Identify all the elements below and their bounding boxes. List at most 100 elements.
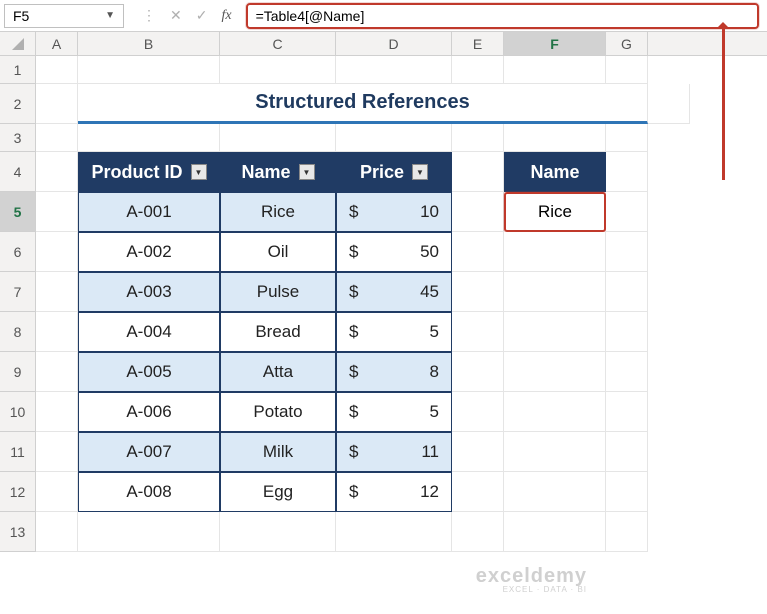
col-header-c[interactable]: C	[220, 32, 336, 55]
fx-icon[interactable]: fx	[221, 8, 231, 24]
name-box[interactable]: F5 ▼	[4, 4, 124, 28]
td-price[interactable]: $10	[336, 192, 452, 232]
row-header[interactable]: 10	[0, 392, 36, 432]
col-header-a[interactable]: A	[36, 32, 78, 55]
side-header[interactable]: Name	[504, 152, 606, 192]
cell[interactable]	[36, 272, 78, 312]
cell[interactable]	[606, 432, 648, 472]
cell[interactable]	[36, 392, 78, 432]
row-header[interactable]: 5	[0, 192, 36, 232]
td-product-id[interactable]: A-008	[78, 472, 220, 512]
cell[interactable]	[606, 472, 648, 512]
cell[interactable]	[606, 272, 648, 312]
td-price[interactable]: $8	[336, 352, 452, 392]
cell[interactable]	[78, 512, 220, 552]
col-header-g[interactable]: G	[606, 32, 648, 55]
cell[interactable]	[504, 56, 606, 84]
cell[interactable]	[606, 512, 648, 552]
cell[interactable]	[36, 56, 78, 84]
cell[interactable]	[78, 124, 220, 152]
td-product-id[interactable]: A-005	[78, 352, 220, 392]
cell[interactable]	[606, 124, 648, 152]
th-price[interactable]: Price ▼	[336, 152, 452, 192]
cell[interactable]	[504, 272, 606, 312]
td-name[interactable]: Egg	[220, 472, 336, 512]
cell[interactable]	[36, 192, 78, 232]
cell[interactable]	[606, 352, 648, 392]
result-cell[interactable]: Rice	[504, 192, 606, 232]
td-name[interactable]: Milk	[220, 432, 336, 472]
td-product-id[interactable]: A-002	[78, 232, 220, 272]
cell[interactable]	[606, 56, 648, 84]
cell[interactable]	[452, 232, 504, 272]
td-name[interactable]: Pulse	[220, 272, 336, 312]
row-header[interactable]: 7	[0, 272, 36, 312]
td-name[interactable]: Oil	[220, 232, 336, 272]
cell[interactable]	[78, 56, 220, 84]
th-name[interactable]: Name ▼	[220, 152, 336, 192]
row-header[interactable]: 3	[0, 124, 36, 152]
cell[interactable]	[504, 124, 606, 152]
cell[interactable]	[452, 124, 504, 152]
cell[interactable]	[606, 392, 648, 432]
row-header[interactable]: 6	[0, 232, 36, 272]
cell[interactable]	[336, 512, 452, 552]
cell[interactable]	[504, 232, 606, 272]
formula-input[interactable]: =Table4[@Name]	[246, 3, 759, 29]
cell[interactable]	[452, 512, 504, 552]
cell[interactable]	[504, 392, 606, 432]
row-header[interactable]: 2	[0, 84, 36, 124]
col-header-f[interactable]: F	[504, 32, 606, 55]
cell[interactable]	[504, 352, 606, 392]
name-box-dropdown-icon[interactable]: ▼	[105, 10, 115, 21]
cell[interactable]	[36, 152, 78, 192]
row-header[interactable]: 1	[0, 56, 36, 84]
cell[interactable]	[606, 312, 648, 352]
td-product-id[interactable]: A-006	[78, 392, 220, 432]
row-header[interactable]: 11	[0, 432, 36, 472]
cell[interactable]	[220, 56, 336, 84]
cell[interactable]	[504, 432, 606, 472]
select-all-corner[interactable]	[0, 32, 36, 55]
cell[interactable]	[452, 432, 504, 472]
row-header[interactable]: 12	[0, 472, 36, 512]
cell[interactable]	[336, 56, 452, 84]
td-product-id[interactable]: A-003	[78, 272, 220, 312]
filter-dropdown-icon[interactable]: ▼	[299, 164, 315, 180]
cell[interactable]	[606, 192, 648, 232]
col-header-b[interactable]: B	[78, 32, 220, 55]
cell[interactable]	[504, 512, 606, 552]
td-price[interactable]: $45	[336, 272, 452, 312]
enter-icon[interactable]: ✓	[196, 7, 208, 24]
cell[interactable]	[36, 512, 78, 552]
cell[interactable]	[220, 512, 336, 552]
cancel-icon[interactable]: ✕	[170, 7, 182, 24]
th-product-id[interactable]: Product ID ▼	[78, 152, 220, 192]
cell[interactable]	[36, 124, 78, 152]
td-name[interactable]: Bread	[220, 312, 336, 352]
row-header[interactable]: 8	[0, 312, 36, 352]
cell[interactable]	[336, 124, 452, 152]
col-header-e[interactable]: E	[452, 32, 504, 55]
td-name[interactable]: Atta	[220, 352, 336, 392]
td-name[interactable]: Rice	[220, 192, 336, 232]
cell[interactable]	[504, 312, 606, 352]
filter-dropdown-icon[interactable]: ▼	[191, 164, 207, 180]
row-header[interactable]: 9	[0, 352, 36, 392]
cell[interactable]	[36, 472, 78, 512]
cell[interactable]	[36, 232, 78, 272]
filter-dropdown-icon[interactable]: ▼	[412, 164, 428, 180]
td-name[interactable]: Potato	[220, 392, 336, 432]
cell[interactable]	[452, 56, 504, 84]
cell[interactable]	[220, 124, 336, 152]
cell[interactable]	[452, 152, 504, 192]
cell[interactable]	[504, 472, 606, 512]
row-header[interactable]: 13	[0, 512, 36, 552]
page-title[interactable]: Structured References	[78, 84, 648, 124]
cell[interactable]	[452, 272, 504, 312]
td-product-id[interactable]: A-007	[78, 432, 220, 472]
td-price[interactable]: $5	[336, 392, 452, 432]
cell[interactable]	[36, 432, 78, 472]
td-product-id[interactable]: A-001	[78, 192, 220, 232]
cell[interactable]	[606, 152, 648, 192]
